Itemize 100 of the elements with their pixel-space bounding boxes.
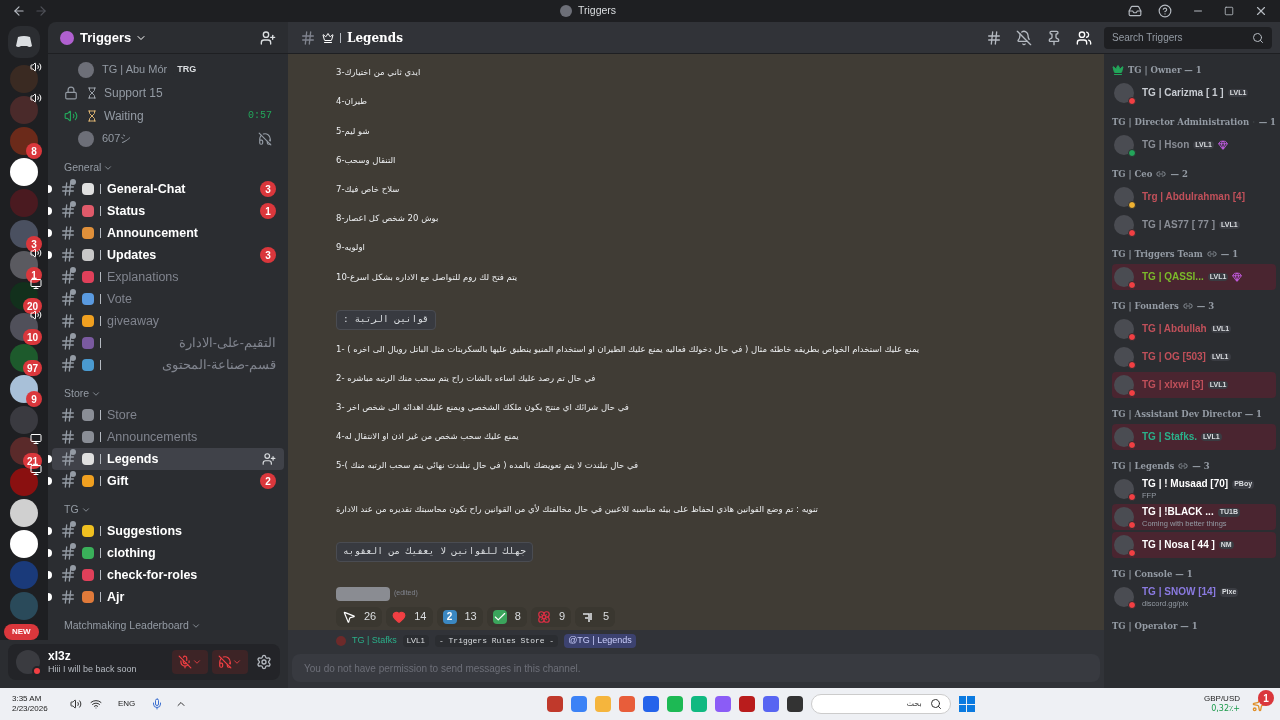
voice-user-name[interactable]: TG | Abu Mór [102, 61, 168, 78]
role-group-header: TG | Console — 1 [1112, 567, 1193, 581]
home-button[interactable] [8, 26, 40, 58]
channel-item[interactable]: Gift 2 [52, 470, 284, 492]
maximize-icon[interactable] [1224, 6, 1234, 16]
channel-item[interactable]: Announcements [52, 426, 284, 448]
settings-icon[interactable] [256, 654, 272, 670]
channel-item[interactable]: check-for-roles [52, 564, 284, 586]
channel-name: Ajr [107, 588, 126, 606]
mute-button[interactable] [172, 650, 208, 674]
server-icon[interactable] [10, 344, 38, 372]
reaction-pill[interactable]: 8 [486, 606, 527, 627]
server-icon[interactable] [10, 127, 38, 155]
channel-item[interactable]: التقيم-على-الادارة [52, 332, 284, 354]
server-icon[interactable] [10, 313, 38, 341]
volume-icon[interactable] [70, 698, 82, 710]
role-mention[interactable]: @TG | Legends [564, 634, 636, 648]
search-icon [929, 698, 942, 710]
voice-channel[interactable]: Waiting 0:57 [48, 104, 288, 127]
channel-item[interactable]: Store [52, 404, 284, 426]
search-field[interactable]: Search Triggers [1104, 26, 1272, 49]
taskbar-app-icon[interactable] [738, 696, 755, 712]
message-line: تنويه : تم وضع القوانين هاذي لحفاظ على بيئه مناسبه للاعبين في حال مخالفتك لأي من القوانين راح تكون محاسبتك تقديره من عند الادارة [336, 502, 818, 516]
reaction-pill[interactable]: 14 [386, 606, 433, 627]
gamepad-logo-icon [15, 35, 33, 49]
channel-item[interactable]: Suggestions [52, 520, 284, 542]
channel-item[interactable]: clothing [52, 542, 284, 564]
separator-bar [100, 228, 101, 238]
microphone-icon[interactable] [151, 698, 164, 710]
server-logo-icon [559, 5, 572, 17]
server-icon[interactable] [10, 530, 38, 558]
wifi-icon[interactable] [90, 698, 102, 710]
voice-user-name[interactable]: 607シ [102, 130, 132, 147]
unread-indicator [48, 571, 52, 579]
taskbar-app-icon[interactable] [786, 696, 803, 712]
help-icon[interactable] [1158, 4, 1172, 18]
separator-bar [100, 476, 101, 486]
channel-item[interactable]: Announcement [52, 222, 284, 244]
pin-icon[interactable] [1046, 29, 1062, 46]
category-header[interactable]: General [48, 160, 288, 176]
chevron-icon [192, 657, 202, 667]
server-icon[interactable] [10, 375, 38, 403]
server-icon[interactable] [10, 158, 38, 186]
server-header[interactable]: Triggers [48, 22, 288, 54]
start-icon[interactable] [958, 696, 975, 712]
separator-bar [100, 184, 101, 194]
channel-item[interactable]: General-Chat 3 [52, 178, 284, 200]
reaction-pill[interactable]: 26 [336, 606, 383, 627]
channel-item[interactable]: Vote [52, 288, 284, 310]
voice-channel[interactable]: Support 15 [48, 81, 288, 104]
members-icon[interactable] [1076, 29, 1092, 46]
separator-bar [100, 316, 101, 326]
channel-item[interactable]: Explanations [52, 266, 284, 288]
reaction-count: 9 [558, 609, 565, 625]
server-icon[interactable] [10, 251, 38, 279]
member-name: TG | AS77 [ 77 ] [1142, 218, 1215, 232]
separator-bar [100, 360, 101, 370]
chevron-icon [190, 621, 201, 631]
close-icon[interactable] [1254, 4, 1268, 18]
message-line: يمنع عليك سحب شخص من غير اذن او الانتقال له-4 [336, 430, 519, 444]
user-avatar [1114, 375, 1134, 395]
channel-name: Vote [107, 290, 134, 308]
reaction-pill[interactable]: 9 [530, 606, 571, 627]
new-pill[interactable]: NEW [4, 624, 39, 640]
inbox-icon[interactable] [1128, 4, 1142, 18]
mute-bell-icon[interactable] [1016, 29, 1032, 46]
channel-name: التقيم-على-الادارة [177, 334, 276, 353]
separator-bar [100, 570, 101, 580]
role-group-header: TG | Director Administration [1112, 115, 1250, 129]
language-indicator[interactable]: ENG [118, 698, 136, 710]
server-icon[interactable] [10, 220, 38, 248]
channel-name: Suggestions [107, 522, 183, 540]
member-name: TG | Nosa [ 44 ] [1142, 538, 1215, 552]
rose-icon [536, 609, 551, 624]
taskbar-search-field[interactable]: بحث [810, 694, 951, 714]
category-header[interactable]: Matchmaking Leaderboard [48, 618, 288, 634]
category-name: Store [64, 386, 90, 402]
channel-name: Announcements [107, 428, 199, 446]
channel-item[interactable]: Ajr [52, 586, 284, 608]
channel-item[interactable]: Status 1 [52, 200, 284, 222]
user-avatar[interactable] [16, 650, 40, 674]
category-header[interactable]: Store [48, 386, 288, 402]
invite-icon[interactable] [262, 452, 276, 466]
category-header[interactable]: TG [48, 502, 288, 518]
deafen-button[interactable] [212, 650, 248, 674]
channel-item[interactable]: قسم-صناعة-المحتوى [52, 354, 284, 376]
reaction-pill[interactable]: 5 [575, 606, 616, 627]
search-icon [1252, 31, 1264, 44]
server-icon[interactable] [10, 499, 38, 527]
reaction-pill[interactable]: 2 13 [436, 606, 483, 627]
channel-item[interactable]: giveaway [52, 310, 284, 332]
category-name: General [64, 160, 102, 176]
user-avatar [78, 130, 94, 147]
back-icon[interactable] [12, 4, 26, 18]
message-line: يمنع عليك استخدام الخواص بطريقه خاطئه مثال ( في حال دخولك فعاليه يمنع عليك الطيران او استخدام المنيو ينطبق عليها بالسكربتات مثل الباتل رويال الى اخره ) -1 [336, 342, 920, 356]
chevron-icon [80, 505, 91, 515]
channel-item[interactable]: Updates 3 [52, 244, 284, 266]
invite-icon[interactable] [260, 29, 276, 46]
taskbar-app-icon[interactable] [546, 696, 563, 712]
unread-indicator [48, 477, 52, 485]
